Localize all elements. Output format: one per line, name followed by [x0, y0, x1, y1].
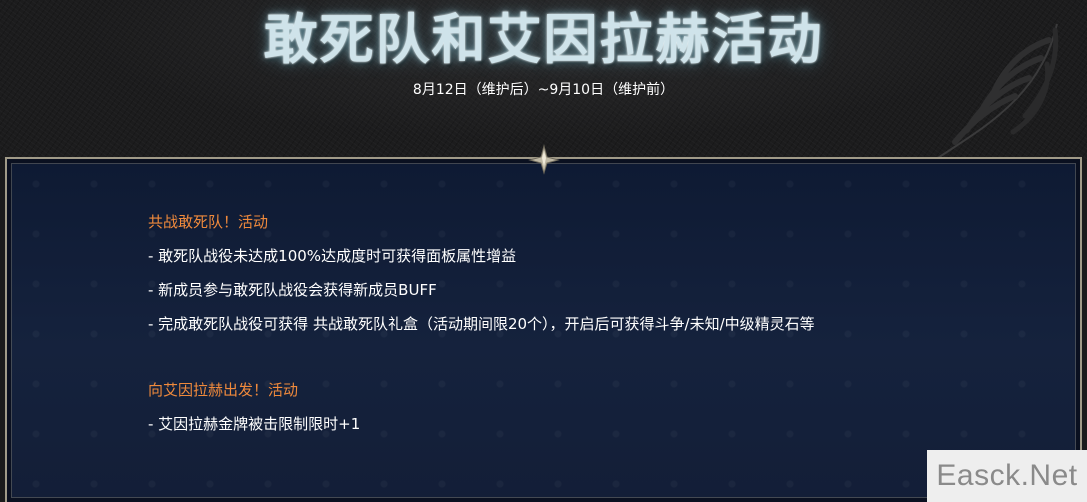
- list-item: - 完成敢死队战役可获得 共战敢死队礼盒（活动期间限20个），开启后可获得斗争/…: [148, 315, 815, 333]
- list-item: - 艾因拉赫金牌被击限制限时+1: [148, 415, 361, 433]
- event-details: 共战敢死队！活动 - 敢死队战役未达成100%达成度时可获得面板属性增益 - 新…: [148, 205, 1028, 441]
- diamond-ornament-icon: [528, 144, 560, 175]
- section-heading-ainrach: 向艾因拉赫出发！活动: [148, 381, 299, 399]
- watermark-logo: Easck.Net: [927, 450, 1087, 502]
- list-item: - 新成员参与敢死队战役会获得新成员BUFF: [148, 281, 437, 299]
- page-title: 敢死队和艾因拉赫活动: [263, 7, 824, 71]
- list-item: - 敢死队战役未达成100%达成度时可获得面板属性增益: [148, 247, 517, 265]
- event-period: 8月12日（维护后）~9月10日（维护前）: [412, 82, 675, 98]
- section-heading-team: 共战敢死队！活动: [148, 213, 269, 231]
